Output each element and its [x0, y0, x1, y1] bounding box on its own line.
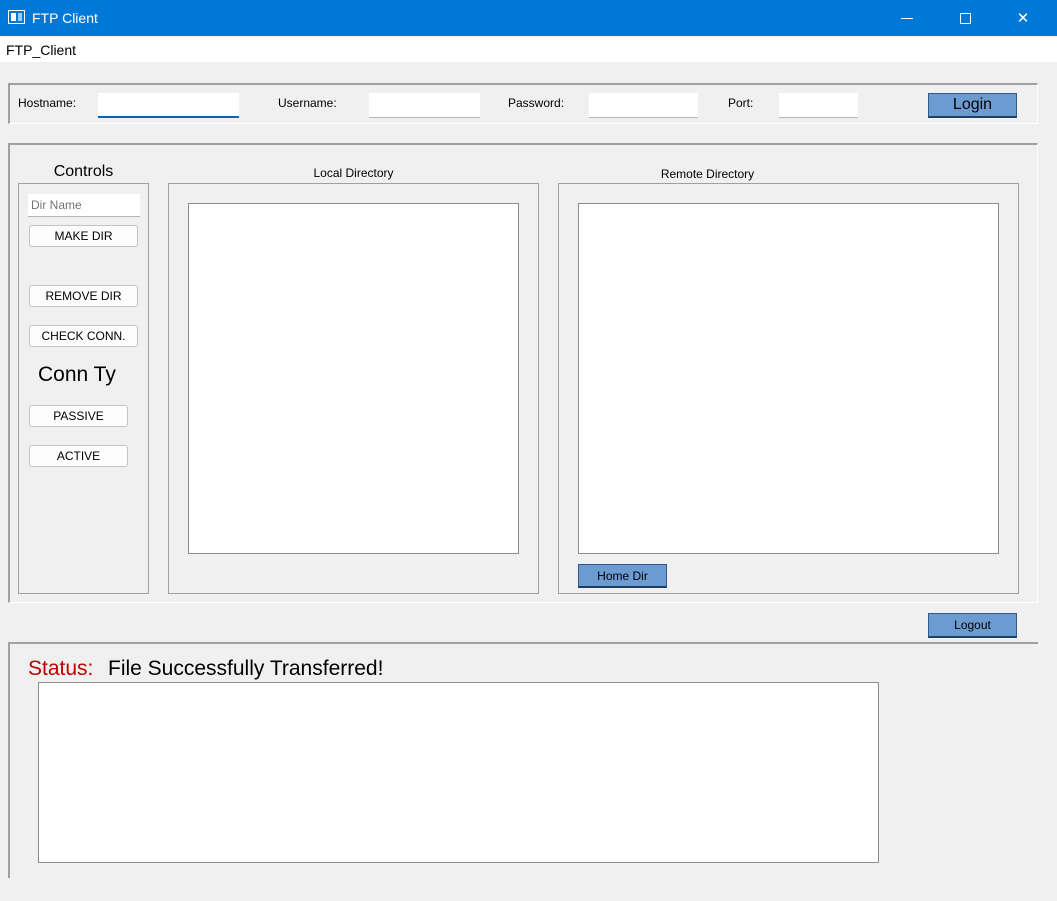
close-icon: ✕: [1016, 10, 1030, 27]
status-log[interactable]: [38, 682, 879, 863]
remote-directory-title: Remote Directory: [660, 167, 755, 181]
local-directory-title: Local Directory: [313, 166, 394, 180]
title-bar[interactable]: FTP Client ✕: [0, 0, 1057, 36]
username-label: Username:: [278, 96, 337, 110]
close-button[interactable]: ✕: [994, 0, 1052, 36]
maximize-icon: [959, 12, 971, 24]
conn-type-label: Conn Ty: [38, 363, 116, 386]
maximize-button[interactable]: [936, 0, 994, 36]
hostname-input[interactable]: [98, 93, 239, 118]
menu-item-ftp-client[interactable]: FTP_Client: [6, 42, 76, 58]
username-input[interactable]: [369, 93, 480, 118]
passive-button[interactable]: PASSIVE: [29, 405, 128, 427]
hostname-label: Hostname:: [18, 96, 77, 110]
port-label: Port:: [728, 96, 754, 110]
login-button[interactable]: Login: [928, 93, 1017, 118]
port-input[interactable]: [779, 93, 858, 118]
minimize-icon: [901, 17, 913, 19]
controls-title: Controls: [53, 163, 114, 180]
remote-directory-list[interactable]: [578, 203, 999, 554]
status-message: File Successfully Transferred!: [108, 657, 384, 680]
window-title: FTP Client: [32, 10, 98, 26]
menu-bar: FTP_Client: [0, 37, 1057, 62]
remove-dir-button[interactable]: REMOVE DIR: [29, 285, 138, 307]
minimize-button[interactable]: [878, 0, 936, 36]
make-dir-button[interactable]: MAKE DIR: [29, 225, 138, 247]
check-conn-button[interactable]: CHECK CONN.: [29, 325, 138, 347]
local-directory-list[interactable]: [188, 203, 519, 554]
password-input[interactable]: [589, 93, 698, 118]
password-label: Password:: [508, 96, 565, 110]
status-label: Status:: [28, 657, 94, 680]
app-window-icon: [8, 10, 25, 24]
dir-name-input[interactable]: [28, 194, 140, 217]
home-dir-button[interactable]: Home Dir: [578, 564, 667, 588]
active-button[interactable]: ACTIVE: [29, 445, 128, 467]
logout-button[interactable]: Logout: [928, 613, 1017, 638]
